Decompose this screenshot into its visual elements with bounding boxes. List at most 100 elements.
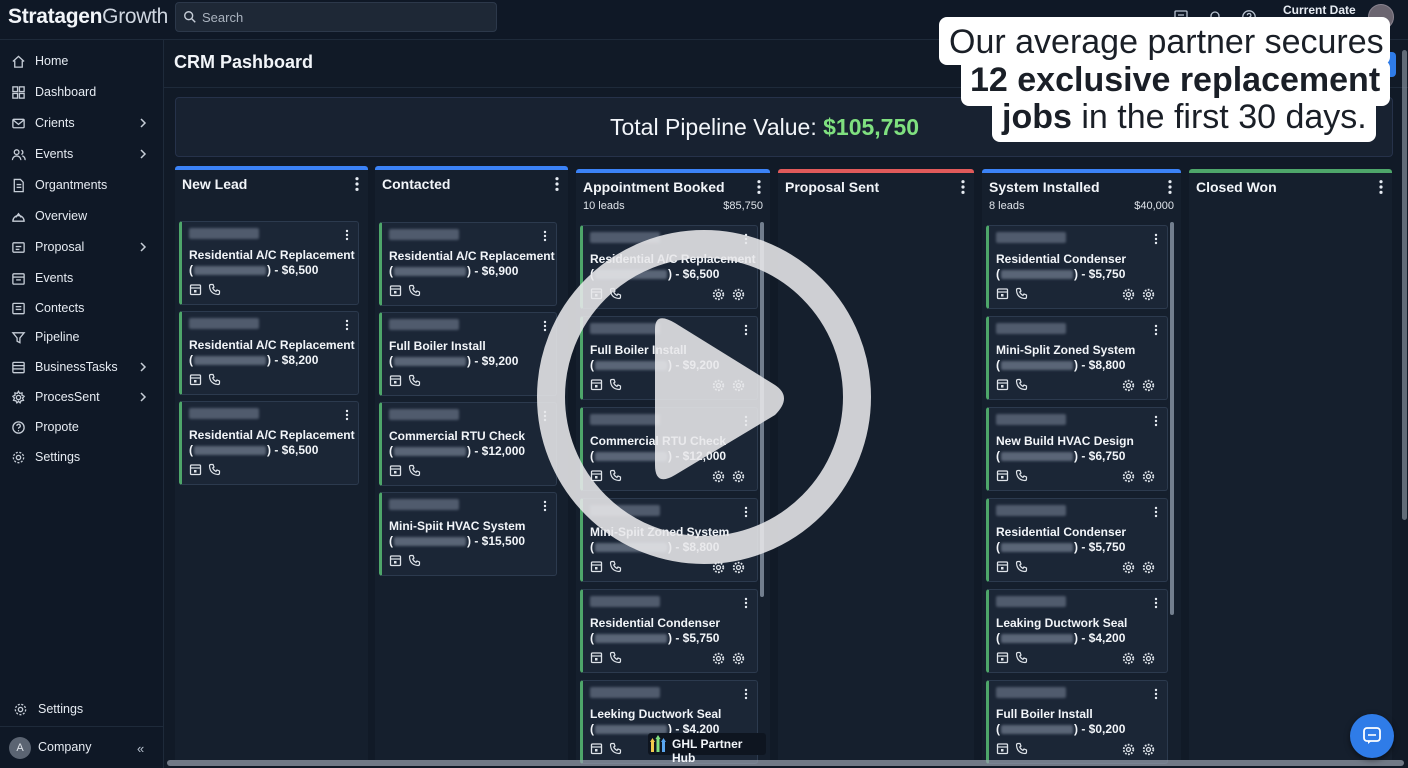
phone-icon[interactable] [408,374,421,387]
sidebar-item-settings[interactable]: Settings [0,444,164,472]
lead-card[interactable]: Mini-Split Zoned System () - $8,800 [986,316,1168,400]
card-menu-icon[interactable] [1154,688,1158,700]
calendar-icon[interactable] [996,378,1009,391]
chevron-right-icon[interactable] [137,361,149,373]
phone-icon[interactable] [609,742,622,755]
phone-icon[interactable] [408,554,421,567]
chevron-right-icon[interactable] [137,391,149,403]
calendar-icon[interactable] [389,464,402,477]
company-label[interactable]: Company [38,740,92,754]
gear-icon[interactable] [732,652,745,665]
column-menu-icon[interactable] [1167,179,1173,195]
column-menu-icon[interactable] [354,176,360,192]
phone-icon[interactable] [1015,560,1028,573]
sidebar-item-businesstasks[interactable]: BusinessTasks [0,354,164,382]
chevron-right-icon[interactable] [137,241,149,253]
card-menu-icon[interactable] [345,319,349,331]
calendar-icon[interactable] [189,463,202,476]
chat-launcher-button[interactable] [1350,714,1394,758]
board-horizontal-scrollbar[interactable] [167,760,1404,766]
gear-icon[interactable] [1142,288,1155,301]
chevron-right-icon[interactable] [137,148,149,160]
sidebar-item-propote[interactable]: Propote [0,414,164,442]
app-logo[interactable]: StratagenGrowth [8,5,168,29]
card-menu-icon[interactable] [1154,506,1158,518]
sidebar-item-proposal[interactable]: Proposal [0,234,164,262]
lead-card[interactable]: Residential A/C Replacement () - $6,500 [179,401,359,485]
sidebar-item-events[interactable]: Events [0,141,164,169]
page-scrollbar[interactable] [1402,50,1407,520]
gear-icon[interactable] [1142,652,1155,665]
calendar-icon[interactable] [590,651,603,664]
column-menu-icon[interactable] [1378,179,1384,195]
phone-icon[interactable] [208,463,221,476]
lead-card[interactable]: Full Boiler Install () - $9,200 [379,312,557,396]
lead-card[interactable]: Residential A/C Replacement () - $6,500 [179,221,359,305]
sidebar-item-pipeline[interactable]: Pipeline [0,324,164,352]
phone-icon[interactable] [1015,469,1028,482]
card-menu-icon[interactable] [1154,324,1158,336]
sidebar-item-overview[interactable]: Overview [0,203,164,231]
calendar-icon[interactable] [996,651,1009,664]
calendar-icon[interactable] [189,373,202,386]
settings-gear-icon[interactable] [1122,561,1135,574]
gear-icon[interactable] [1142,561,1155,574]
settings-gear-icon[interactable] [1122,379,1135,392]
card-menu-icon[interactable] [1154,233,1158,245]
calendar-icon[interactable] [996,742,1009,755]
calendar-icon[interactable] [389,554,402,567]
lead-card[interactable]: Mini-Spiit HVAC System () - $15,500 [379,492,557,576]
sidebar-item-events[interactable]: Events [0,265,164,293]
lead-card[interactable]: Residential Condenser () - $5,750 [986,225,1168,309]
lead-card[interactable]: Residential A/C Replacement () - $8,200 [179,311,359,395]
settings-gear-icon[interactable] [1122,652,1135,665]
calendar-icon[interactable] [189,283,202,296]
lead-card[interactable]: Residential A/C Replacement () - $6,900 [379,222,557,306]
card-menu-icon[interactable] [744,597,748,609]
gear-icon[interactable] [1142,379,1155,392]
calendar-icon[interactable] [590,742,603,755]
video-play-icon[interactable] [537,225,871,569]
lead-card[interactable]: New Build HVAC Design () - $6,750 [986,407,1168,491]
calendar-icon[interactable] [389,374,402,387]
sidebar-item-organtments[interactable]: Organtments [0,172,164,200]
calendar-icon[interactable] [389,284,402,297]
lead-card[interactable]: Leaking Ductwork Seal () - $4,200 [986,589,1168,673]
settings-gear-icon[interactable] [1122,288,1135,301]
sidebar-item-contects[interactable]: Contects [0,295,164,323]
partner-hub-badge[interactable]: GHL Partner Hub [648,733,766,765]
phone-icon[interactable] [208,373,221,386]
sidebar-settings-bottom[interactable]: Settings [0,696,164,724]
card-menu-icon[interactable] [1154,597,1158,609]
settings-gear-icon[interactable] [1122,743,1135,756]
phone-icon[interactable] [208,283,221,296]
column-menu-icon[interactable] [960,179,966,195]
sidebar-item-processent[interactable]: ProcesSent [0,384,164,412]
lead-card[interactable]: Residential Condenser () - $5,750 [580,589,758,673]
phone-icon[interactable] [1015,378,1028,391]
search-input[interactable] [202,3,492,31]
gear-icon[interactable] [1142,743,1155,756]
calendar-icon[interactable] [996,469,1009,482]
phone-icon[interactable] [1015,742,1028,755]
lead-card[interactable]: Commercial RTU Check () - $12,000 [379,402,557,486]
sidebar-item-crients[interactable]: Crients [0,110,164,138]
calendar-icon[interactable] [996,560,1009,573]
gear-icon[interactable] [1142,470,1155,483]
card-menu-icon[interactable] [345,409,349,421]
card-menu-icon[interactable] [744,688,748,700]
sidebar-item-home[interactable]: Home [0,48,164,76]
column-menu-icon[interactable] [756,179,762,195]
settings-gear-icon[interactable] [1122,470,1135,483]
column-menu-icon[interactable] [554,176,560,192]
calendar-icon[interactable] [996,287,1009,300]
company-avatar[interactable]: A [9,737,31,759]
settings-gear-icon[interactable] [712,652,725,665]
phone-icon[interactable] [1015,651,1028,664]
search-box[interactable] [175,2,497,32]
phone-icon[interactable] [408,464,421,477]
phone-icon[interactable] [609,651,622,664]
collapse-sidebar-icon[interactable]: « [137,741,144,756]
phone-icon[interactable] [1015,287,1028,300]
lead-card[interactable]: Full Boiler Install () - $0,200 [986,680,1168,764]
